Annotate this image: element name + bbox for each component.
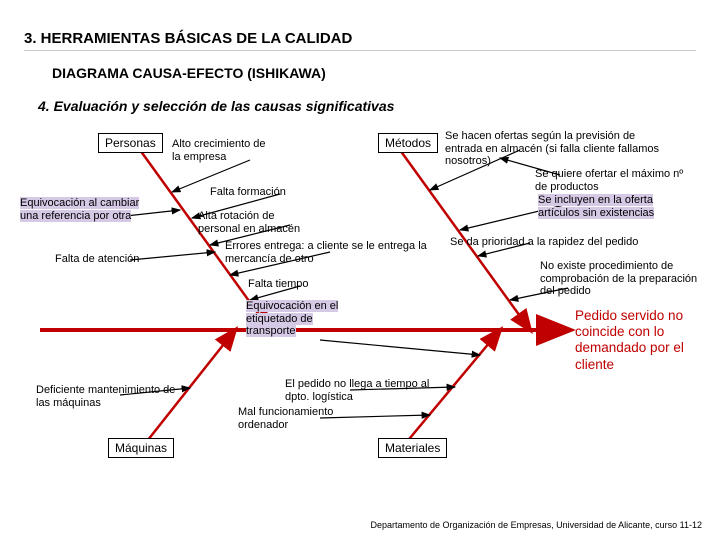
cause-ordenador: Mal funcionamiento ordenador xyxy=(238,406,358,431)
category-metodos: Métodos xyxy=(378,133,438,153)
cause-mantenimiento: Deficiente mantenimiento de las máquinas xyxy=(36,384,186,409)
cause-equivocacion: Equivocación al cambiar una referencia p… xyxy=(20,197,139,222)
cause-formacion: Falta formación xyxy=(210,186,286,199)
cause-prioridad: Se da prioridad a la rapidez del pedido xyxy=(450,236,680,249)
cause-incluyen: Se incluyen en la oferta artículos sin e… xyxy=(538,194,654,219)
category-materiales: Materiales xyxy=(378,438,447,458)
cause-rotacion: Alta rotación de personal en almacén xyxy=(198,210,308,235)
cause-atencion: Falta de atención xyxy=(55,253,139,266)
cause-errores: Errores entrega: a cliente se le entrega… xyxy=(225,240,435,265)
footer-text: Departamento de Organización de Empresas… xyxy=(370,520,702,530)
category-personas: Personas xyxy=(98,133,163,153)
cause-etiquetado: Equivocación en el etiquetado de transpo… xyxy=(246,300,338,337)
cause-tiempo: Falta tiempo xyxy=(248,278,309,291)
cause-nollega: El pedido no llega a tiempo al dpto. log… xyxy=(285,378,435,403)
cause-max: Se quiere ofertar el máximo nº de produc… xyxy=(535,168,690,193)
cause-ofertas: Se hacen ofertas según la previsión de e… xyxy=(445,130,673,168)
category-maquinas: Máquinas xyxy=(108,438,174,458)
cause-crecimiento: Alto crecimiento de la empresa xyxy=(172,138,272,163)
cause-noproc: No existe procedimiento de comprobación … xyxy=(540,260,705,298)
effect-text: Pedido servido no coincide con lo demand… xyxy=(575,308,705,373)
